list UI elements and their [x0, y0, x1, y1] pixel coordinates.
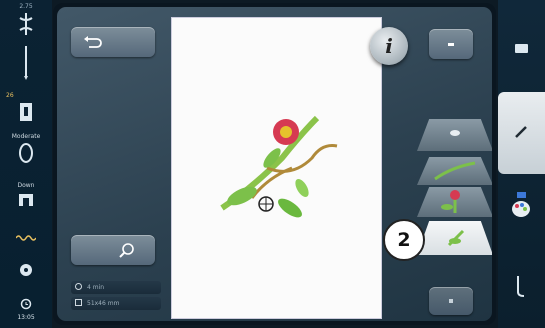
thread-tension-icon[interactable] [16, 13, 36, 35]
minus-icon [448, 43, 454, 46]
flower-design[interactable] [172, 18, 381, 318]
top-value: 2.75 [19, 3, 33, 10]
size-icon [75, 299, 82, 306]
folder-icon [515, 44, 528, 53]
brush-icon [515, 126, 527, 138]
feed-dog-label: Down [17, 182, 35, 189]
layer-3-selected[interactable] [417, 221, 492, 255]
embroidery-canvas[interactable] [171, 17, 382, 319]
flower-bloom [273, 119, 299, 145]
tab-thread[interactable] [498, 272, 545, 302]
presser-foot-icon[interactable] [16, 103, 36, 121]
presser-foot-label: Moderate [11, 133, 41, 140]
color-badge [517, 192, 526, 198]
embroidery-panel: 4 min 51x46 mm i [57, 7, 492, 321]
layer-2[interactable] [417, 187, 492, 217]
tab-colors[interactable] [498, 190, 545, 224]
sewing-time: 4 min [87, 284, 105, 291]
bobbin-icon[interactable] [16, 142, 36, 164]
info-button[interactable]: i [370, 27, 408, 65]
zoom-icon [119, 243, 134, 258]
dimensions-bar: 51x46 mm [71, 297, 161, 310]
layer-background[interactable] [417, 119, 492, 151]
main-frame: 4 min 51x46 mm i [53, 3, 496, 325]
status-bar: 2.75 26 Moderate Down 13:05 [0, 0, 52, 328]
zoom-button[interactable] [71, 235, 155, 265]
menu-button[interactable] [429, 29, 473, 59]
color-palette-icon [512, 201, 530, 217]
right-toolbar [498, 0, 545, 328]
sewing-time-bar: 4 min [71, 281, 161, 294]
design-dimensions: 51x46 mm [87, 300, 120, 307]
clock-icon [20, 298, 32, 310]
eye-icon [450, 130, 460, 136]
tab-folder[interactable] [498, 36, 545, 60]
undo-icon [84, 36, 102, 48]
layer-add-button[interactable] [429, 287, 473, 315]
thread-icon [517, 276, 525, 297]
tab-edit[interactable] [498, 92, 545, 174]
bobbin-fill-icon [20, 264, 32, 276]
clock-time: 13:05 [17, 314, 35, 321]
feed-dog-icon[interactable] [16, 192, 36, 208]
stitch-icon [16, 235, 36, 241]
time-icon [75, 283, 82, 290]
callout-marker: 2 [383, 219, 425, 261]
needle-number: 26 [6, 92, 14, 99]
layer-1[interactable] [417, 157, 492, 185]
needle-icon[interactable] [16, 46, 36, 80]
undo-button[interactable] [71, 27, 155, 57]
